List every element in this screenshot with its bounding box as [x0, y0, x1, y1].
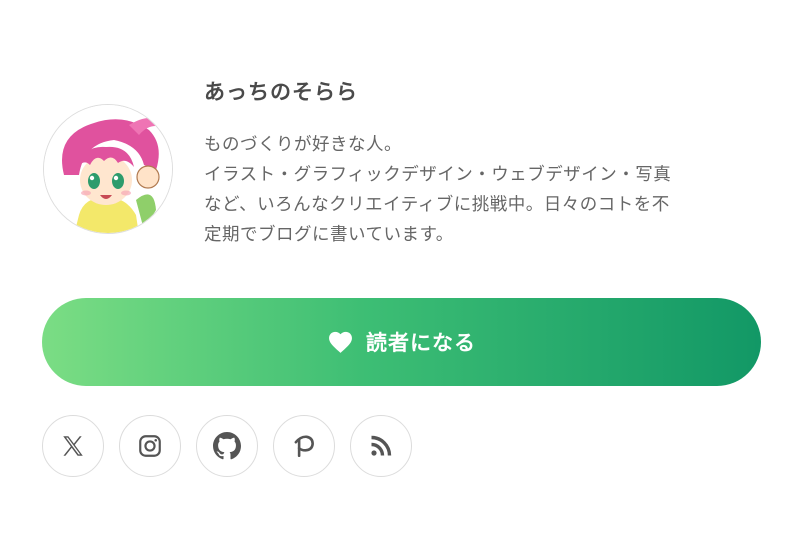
- github-link[interactable]: [196, 415, 258, 477]
- bio-line: 定期でブログに書いています。: [204, 225, 454, 245]
- avatar[interactable]: [43, 104, 173, 234]
- rss-icon: [371, 435, 392, 456]
- subscribe-label: 読者になる: [366, 331, 476, 355]
- instagram-icon: [139, 435, 161, 457]
- pixiv-icon: [294, 435, 314, 458]
- x-icon: [63, 436, 83, 456]
- x-link[interactable]: [42, 415, 104, 477]
- heart-icon: [329, 331, 352, 353]
- instagram-link[interactable]: [119, 415, 181, 477]
- pixiv-link[interactable]: [273, 415, 335, 477]
- bio-line: など、いろんなクリエイティブに挑戦中。日々のコトを不: [204, 195, 670, 215]
- rss-link[interactable]: [350, 415, 412, 477]
- profile-name[interactable]: あっちのそらら: [204, 76, 358, 106]
- github-icon: [213, 432, 241, 460]
- social-links: [42, 415, 412, 477]
- bio-line: ものづくりが好きな人。: [204, 135, 402, 155]
- anime-character-avatar: [44, 105, 172, 233]
- profile-bio: ものづくりが好きな人。 イラスト・グラフィックデザイン・ウェブデザイン・写真 な…: [204, 130, 764, 250]
- bio-line: イラスト・グラフィックデザイン・ウェブデザイン・写真: [204, 165, 672, 185]
- subscribe-button-content: 読者になる: [327, 327, 476, 357]
- subscribe-button[interactable]: 読者になる: [42, 298, 761, 386]
